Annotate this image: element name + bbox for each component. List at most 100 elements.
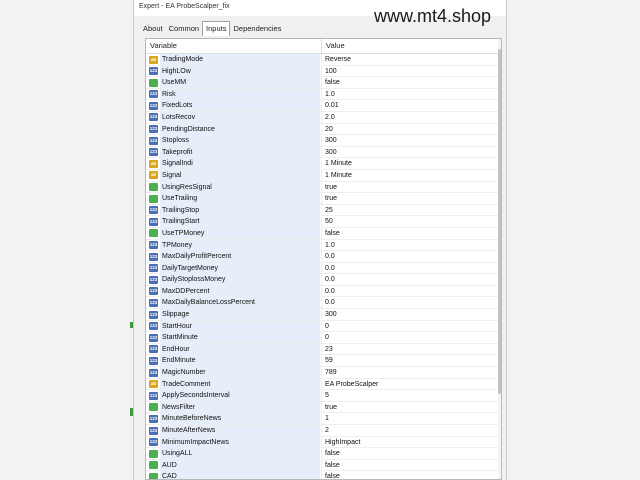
input-row[interactable]: UseMM false [146, 77, 498, 89]
input-row[interactable]: 123 PendingDistance 20 [146, 123, 498, 136]
input-row[interactable]: 123 DailyTargetMoney 0.0 [146, 262, 498, 275]
variable-value[interactable]: false [325, 77, 340, 88]
variable-value[interactable]: 0.0 [325, 286, 335, 297]
variable-value[interactable]: false [325, 228, 340, 239]
variable-value[interactable]: HighImpact [325, 437, 360, 448]
column-divider[interactable] [321, 39, 322, 53]
variable-value[interactable]: 300 [325, 135, 337, 146]
input-row[interactable]: 123 DailyStoplossMoney 0.0 [146, 274, 498, 286]
variable-value[interactable]: false [325, 471, 340, 479]
input-row[interactable]: 123 Risk 1.0 [146, 88, 498, 101]
column-header-value[interactable]: Value [326, 39, 345, 53]
variable-name: UsingALL [160, 448, 320, 460]
input-row[interactable]: 123 TPMoney 1.0 [146, 239, 498, 252]
input-row[interactable]: ab Signal 1 Minute [146, 169, 498, 182]
variable-value[interactable]: true [325, 193, 337, 204]
bool-icon [149, 461, 158, 470]
variable-value[interactable]: 0.01 [325, 100, 339, 111]
column-header-variable[interactable]: Variable [150, 39, 177, 53]
str-icon: ab [149, 159, 158, 168]
input-row[interactable]: 123 Slippage 300 [146, 309, 498, 321]
variable-value[interactable]: 789 [325, 367, 337, 378]
variable-value[interactable]: 2 [325, 425, 329, 436]
input-row[interactable]: CAD false [146, 471, 498, 479]
input-row[interactable]: 123 Stoploss 300 [146, 135, 498, 147]
str-icon: ab [149, 171, 158, 180]
tab-inputs[interactable]: Inputs [202, 21, 231, 36]
num-icon: 123 [149, 113, 158, 122]
variable-value[interactable]: 5 [325, 390, 329, 401]
variable-value[interactable]: Reverse [325, 54, 351, 65]
cell-divider [321, 146, 322, 158]
variable-name: DailyStoplossMoney [160, 274, 320, 286]
variable-name: Risk [160, 88, 320, 100]
vertical-scrollbar[interactable] [498, 39, 501, 479]
input-row[interactable]: 123 FixedLots 0.01 [146, 100, 498, 112]
cell-divider [321, 239, 322, 251]
variable-value[interactable]: 1 Minute [325, 170, 352, 181]
variable-value[interactable]: false [325, 460, 340, 471]
input-row[interactable]: 123 EndHour 23 [146, 343, 498, 356]
tab-about[interactable]: About [140, 22, 166, 35]
input-row[interactable]: ab TradingMode Reverse [146, 54, 498, 66]
variable-value[interactable]: EA ProbeScalper [325, 379, 378, 390]
variable-value[interactable]: 0.0 [325, 297, 335, 308]
variable-value[interactable]: 300 [325, 147, 337, 158]
input-row[interactable]: 123 MagicNumber 789 [146, 367, 498, 379]
input-row[interactable]: UseTPMoney false [146, 227, 498, 240]
num-icon: 123 [149, 287, 158, 296]
variable-value[interactable]: true [325, 402, 337, 413]
input-row[interactable]: UsingALL false [146, 448, 498, 460]
input-row[interactable]: 123 MaxDailyProfitPercent 0.0 [146, 251, 498, 263]
variable-value[interactable]: 1.0 [325, 89, 335, 100]
variable-value[interactable]: 0 [325, 321, 329, 332]
variable-value[interactable]: 100 [325, 66, 337, 77]
variable-value[interactable]: 0 [325, 332, 329, 343]
variable-value[interactable]: true [325, 182, 337, 193]
variable-value[interactable]: 0.0 [325, 251, 335, 262]
input-row[interactable]: UsingResSignal true [146, 181, 498, 194]
tab-common[interactable]: Common [166, 22, 202, 35]
input-row[interactable]: 123 MinuteBeforeNews 1 [146, 413, 498, 425]
variable-name: UsingResSignal [160, 181, 320, 193]
variable-value[interactable]: 2.0 [325, 112, 335, 123]
variable-value[interactable]: 59 [325, 355, 333, 366]
variable-value[interactable]: 0.0 [325, 274, 335, 285]
input-row[interactable]: 123 ApplySecondsInterval 5 [146, 390, 498, 402]
variable-value[interactable]: 20 [325, 124, 333, 135]
tab-dependencies[interactable]: Dependencies [230, 22, 284, 35]
input-row[interactable]: 123 StartHour 0 [146, 320, 498, 333]
variable-value[interactable]: 25 [325, 205, 333, 216]
variable-value[interactable]: 23 [325, 344, 333, 355]
input-row[interactable]: 123 StartMinute 0 [146, 332, 498, 344]
variable-value[interactable]: 1.0 [325, 240, 335, 251]
input-row[interactable]: 123 TrailingStart 50 [146, 216, 498, 228]
input-row[interactable]: 123 MinuteAfterNews 2 [146, 425, 498, 437]
input-row[interactable]: 123 LotsRecov 2.0 [146, 111, 498, 124]
num-icon: 123 [149, 148, 158, 157]
input-row[interactable]: NewsFilter true [146, 401, 498, 414]
input-row[interactable]: AUD false [146, 459, 498, 472]
input-row[interactable]: 123 HighLOw 100 [146, 65, 498, 78]
input-row[interactable]: 123 EndMinute 59 [146, 355, 498, 368]
input-row[interactable]: ab SignalIndi 1 Minute [146, 158, 498, 170]
variable-name: AUD [160, 459, 320, 471]
variable-value[interactable]: 300 [325, 309, 337, 320]
input-row[interactable]: 123 MinimumImpactNews HighImpact [146, 436, 498, 449]
input-row[interactable]: 123 Takeprofit 300 [146, 146, 498, 159]
cell-divider [321, 413, 322, 425]
variable-name: EndHour [160, 343, 320, 355]
cell-divider [321, 193, 322, 205]
input-row[interactable]: UseTrailing true [146, 193, 498, 205]
variable-value[interactable]: false [325, 448, 340, 459]
variable-value[interactable]: 0.0 [325, 263, 335, 274]
input-row[interactable]: 123 TrailingStop 25 [146, 204, 498, 217]
input-row[interactable]: 123 MaxDailyBalanceLossPercent 0.0 [146, 297, 498, 310]
variable-value[interactable]: 1 Minute [325, 158, 352, 169]
input-row[interactable]: ab TradeComment EA ProbeScalper [146, 378, 498, 391]
variable-value[interactable]: 1 [325, 413, 329, 424]
scrollbar-thumb[interactable] [498, 49, 501, 394]
cell-divider [321, 251, 322, 263]
input-row[interactable]: 123 MaxDDPercent 0.0 [146, 285, 498, 298]
variable-value[interactable]: 50 [325, 216, 333, 227]
